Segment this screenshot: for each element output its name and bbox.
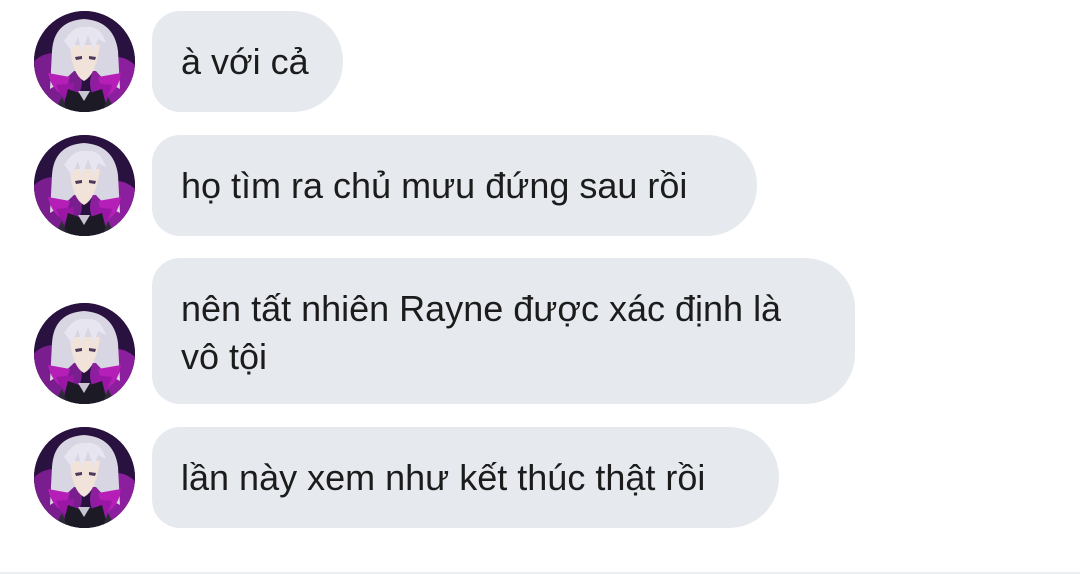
message-bubble[interactable]: lần này xem như kết thúc thật rồi: [152, 427, 779, 528]
message-bubble[interactable]: họ tìm ra chủ mưu đứng sau rồi: [152, 135, 757, 236]
chat-thread: à với cả họ tìm ra chủ mưu đứng sau rồi …: [0, 0, 1080, 574]
message-text: họ tìm ra chủ mưu đứng sau rồi: [181, 164, 688, 206]
anime-character-avatar-icon[interactable]: [34, 11, 135, 112]
message-text: nên tất nhiên Rayne được xác định là vô …: [181, 288, 782, 377]
message-text: lần này xem như kết thúc thật rồi: [181, 456, 706, 498]
message-bubble[interactable]: à với cả: [152, 11, 343, 112]
message-text: à với cả: [181, 40, 309, 82]
anime-character-avatar-icon[interactable]: [34, 427, 135, 528]
message-row: họ tìm ra chủ mưu đứng sau rồi: [0, 135, 1080, 236]
message-row: lần này xem như kết thúc thật rồi: [0, 427, 1080, 528]
message-row: à với cả: [0, 11, 1080, 112]
message-bubble[interactable]: nên tất nhiên Rayne được xác định là vô …: [152, 258, 855, 404]
anime-character-avatar-icon[interactable]: [34, 135, 135, 236]
anime-character-avatar-icon[interactable]: [34, 303, 135, 404]
message-row: nên tất nhiên Rayne được xác định là vô …: [0, 258, 1080, 404]
